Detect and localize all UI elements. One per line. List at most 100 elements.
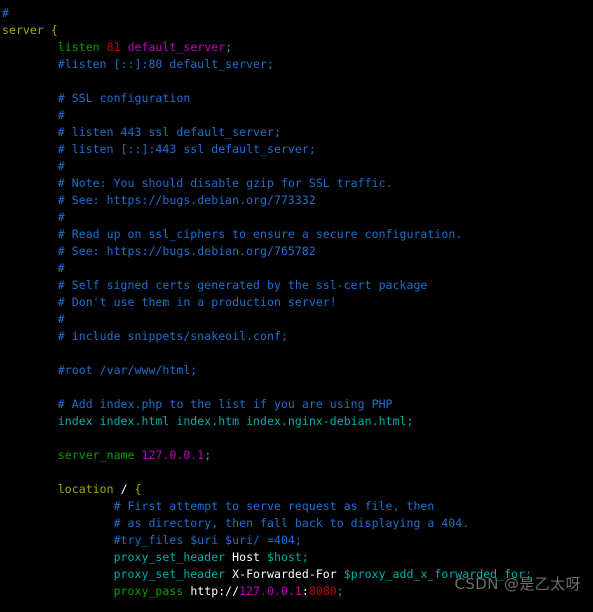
code-line[interactable]: server { [2,22,593,39]
code-token-dir2: index index.html index.htm index.nginx-d… [57,414,414,428]
code-token-semi: ; [301,550,309,564]
code-token-str: 127.0.0.1 [239,584,302,598]
code-token-white: http:// [190,584,240,598]
code-token-comment: #listen [::]:80 default_server; [57,57,274,71]
code-token-comment: # First attempt to serve request as file… [113,499,435,513]
code-line[interactable]: # First attempt to serve request as file… [2,498,593,515]
code-token-white: : [301,584,309,598]
code-token-semi: ; [336,584,344,598]
code-token-brace: { [134,482,142,496]
code-token-comment: #try_files $uri $uri/ =404; [113,533,302,547]
code-line[interactable]: # See: https://bugs.debian.org/765782 [2,243,593,260]
code-token-comment: # Note: You should disable gzip for SSL … [57,176,393,190]
code-line[interactable]: proxy_pass http://127.0.0.1:8080; [2,583,593,600]
code-line[interactable]: #try_files $uri $uri/ =404; [2,532,593,549]
code-token-comment: # Don't use them in a production server! [57,295,337,309]
code-line[interactable]: # [2,5,593,22]
code-line[interactable]: # listen [::]:443 ssl default_server; [2,141,593,158]
code-line[interactable]: # listen 443 ssl default_server; [2,124,593,141]
code-line[interactable]: proxy_set_header Host $host; [2,549,593,566]
code-line[interactable]: proxy_set_header X-Forwarded-For $proxy_… [2,566,593,583]
code-line[interactable]: # [2,107,593,124]
code-line[interactable]: # SSL configuration [2,90,593,107]
code-line[interactable]: # [2,311,593,328]
code-token-comment: # SSL configuration [57,91,191,105]
code-editor-pane[interactable]: # server { listen 81 default_server; #lis… [0,0,593,612]
code-token-num: 81 [106,40,121,54]
code-line[interactable] [2,430,593,447]
code-line[interactable]: #root /var/www/html; [2,362,593,379]
code-token-comment: # See: https://bugs.debian.org/773332 [57,193,316,207]
code-line[interactable]: listen 81 default_server; [2,39,593,56]
code-line[interactable]: # Read up on ssl_ciphers to ensure a sec… [2,226,593,243]
code-line[interactable] [2,345,593,362]
code-token-var: $host [267,550,302,564]
code-token-comment: # listen [::]:443 ssl default_server; [57,142,316,156]
code-token-str: 127.0.0.1 [141,448,205,462]
code-line[interactable]: # Self signed certs generated by the ssl… [2,277,593,294]
code-line[interactable]: location / { [2,481,593,498]
code-line[interactable] [2,464,593,481]
code-line[interactable] [2,73,593,90]
code-line[interactable]: # include snippets/snakeoil.conf; [2,328,593,345]
code-line[interactable]: server_name 127.0.0.1; [2,447,593,464]
code-line[interactable]: # as directory, then fall back to displa… [2,515,593,532]
code-token-num: 8080 [308,584,337,598]
code-line[interactable] [2,600,593,612]
code-token-comment: # Add index.php to the list if you are u… [57,397,393,411]
code-token-comment: # Read up on ssl_ciphers to ensure a sec… [57,227,463,241]
code-line[interactable]: # Don't use them in a production server! [2,294,593,311]
code-token-brace: { [50,23,58,37]
code-line[interactable]: # Note: You should disable gzip for SSL … [2,175,593,192]
code-line[interactable]: # [2,158,593,175]
code-line[interactable] [2,379,593,396]
code-token-comment: # [57,210,65,224]
code-line[interactable]: index index.html index.htm index.nginx-d… [2,413,593,430]
code-line[interactable]: # Add index.php to the list if you are u… [2,396,593,413]
code-token-dir: server_name [57,448,135,462]
code-token-white: Host [232,550,261,564]
code-token-comment: # include snippets/snakeoil.conf; [57,329,288,343]
code-token-dir: listen [57,40,100,54]
code-line[interactable]: # See: https://bugs.debian.org/773332 [2,192,593,209]
code-token-kw: server [2,23,44,37]
code-line[interactable]: #listen [::]:80 default_server; [2,56,593,73]
config-file-content[interactable]: # server { listen 81 default_server; #lis… [0,0,593,612]
code-line[interactable]: # [2,209,593,226]
code-line[interactable]: # [2,260,593,277]
code-token-semi: ; [204,448,212,462]
code-token-comment: # [57,261,65,275]
